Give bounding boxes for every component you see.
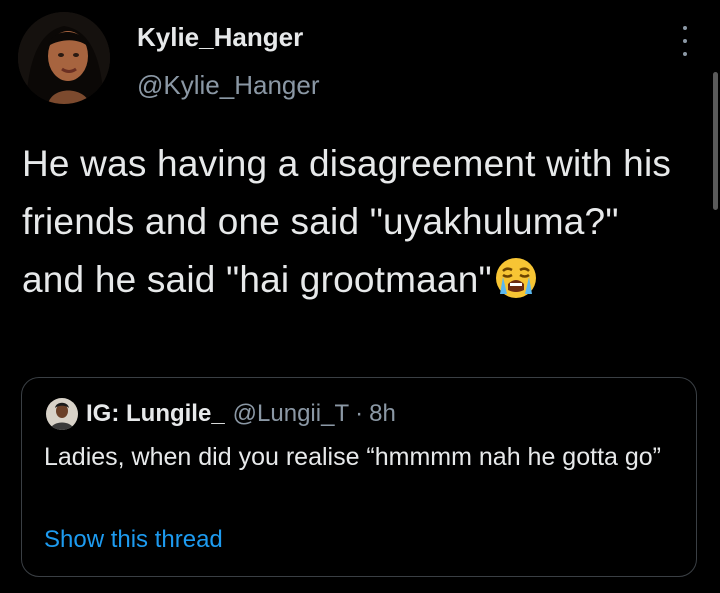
quoted-author-display-name[interactable]: IG: Lungile_ [86,400,225,428]
quoted-tweet-card[interactable]: IG: Lungile_ @Lungii_T · 8h Ladies, when… [21,377,697,577]
more-options-dot [683,52,687,56]
tweet-body: He was having a disagreement with his fr… [22,135,682,317]
tweet-text: He was having a disagreement with his fr… [22,143,672,300]
quoted-meta-separator: · [355,400,364,427]
quoted-tweet-text: Ladies, when did you realise “hmmmm nah … [44,443,661,471]
author-avatar[interactable] [18,12,110,104]
more-options-icon[interactable] [674,26,696,56]
more-options-dot [683,26,687,30]
quoted-author-handle[interactable]: @Lungii_T [233,400,349,428]
show-thread-link[interactable]: Show this thread [44,526,223,554]
scrollbar[interactable] [713,72,718,210]
quoted-author-avatar[interactable] [46,398,78,430]
author-handle[interactable]: @Kylie_Hanger [137,70,319,101]
quoted-tweet-timestamp[interactable]: 8h [369,400,396,428]
more-options-dot [683,39,687,43]
quoted-tweet-header: IG: Lungile_ @Lungii_T · 8h [46,398,396,430]
author-display-name[interactable]: Kylie_Hanger [137,22,303,53]
loudly-crying-face-emoji [494,256,538,317]
